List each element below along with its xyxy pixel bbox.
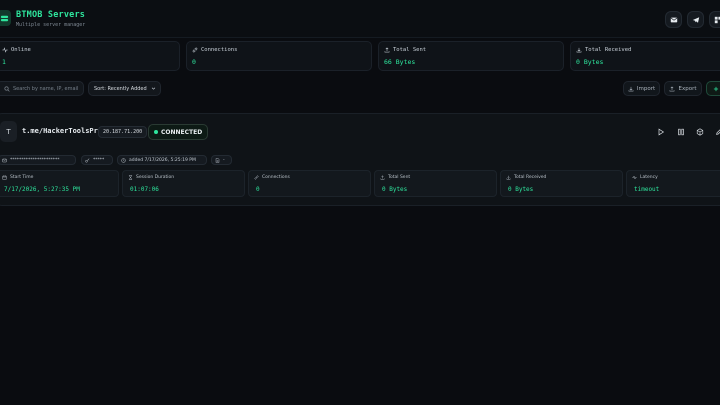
metric-value: 01:07:06: [130, 186, 159, 193]
metric-total-received: Total Received 0 Bytes: [500, 170, 623, 197]
activity-icon: [632, 175, 637, 180]
stat-online: Online 1: [0, 41, 180, 71]
metric-label: Total Sent: [388, 175, 411, 180]
stat-label: Connections: [201, 47, 238, 53]
hourglass-icon: [128, 175, 133, 180]
metric-connections: Connections 0: [248, 170, 371, 197]
telegram-button[interactable]: [687, 11, 704, 28]
server-avatar: T: [0, 121, 17, 142]
download-icon: [506, 175, 511, 180]
link-icon: [192, 47, 198, 53]
stat-value: 0: [192, 58, 196, 66]
pencil-icon: [716, 129, 720, 135]
added-chip: added 7/17/2026, 5:25:19 PM: [117, 155, 207, 165]
metric-latency: Latency timeout: [626, 170, 720, 197]
server-name: t.me/HackerToolsPro: [22, 127, 103, 135]
metric-value: 7/17/2026, 5:27:35 PM: [4, 186, 80, 193]
add-server-button[interactable]: [706, 81, 720, 96]
mail-icon: [670, 17, 677, 22]
export-label: Export: [678, 85, 697, 92]
import-button[interactable]: Import: [623, 81, 660, 96]
grid-button[interactable]: [709, 11, 720, 28]
app-header: BTMOB Servers Multiple server manager: [0, 0, 720, 38]
chevron-down-icon: [151, 87, 155, 90]
download-icon: [576, 47, 582, 53]
stat-value: 0 Bytes: [576, 58, 604, 66]
app-subtitle: Multiple server manager: [16, 22, 86, 28]
grid-icon: [714, 16, 720, 23]
key-icon: [85, 157, 90, 162]
clock-icon: [121, 157, 126, 163]
search-box[interactable]: [0, 81, 84, 96]
upload-icon: [380, 175, 385, 180]
search-icon: [4, 86, 10, 92]
plus-icon: [713, 86, 719, 91]
metric-session-duration: Session Duration 01:07:06: [122, 170, 245, 197]
download-icon: [628, 86, 634, 91]
notes-chip[interactable]: -: [211, 155, 232, 165]
edit-button[interactable]: [713, 126, 720, 138]
upload-icon: [670, 86, 675, 91]
key-chip: *****: [81, 155, 113, 165]
mail-button[interactable]: [665, 11, 682, 28]
status-label: CONNECTED: [161, 128, 203, 136]
stat-value: 66 Bytes: [384, 58, 416, 66]
metric-start-time: Start Time 7/17/2026, 5:27:35 PM: [0, 170, 119, 197]
metric-label: Session Duration: [136, 175, 175, 180]
metric-total-sent: Total Sent 0 Bytes: [374, 170, 497, 197]
search-input[interactable]: [13, 85, 84, 92]
sort-select[interactable]: Sort: Recently Added: [88, 81, 161, 96]
metric-value: 0 Bytes: [382, 186, 408, 193]
stat-label: Total Received: [585, 47, 632, 53]
sort-label: Sort: Recently Added: [94, 85, 147, 92]
pause-icon: [678, 128, 684, 136]
activity-icon: [2, 47, 8, 53]
metric-label: Connections: [262, 175, 290, 180]
pause-button[interactable]: [675, 126, 687, 138]
import-label: Import: [636, 85, 656, 92]
telegram-icon: [692, 16, 699, 23]
app-logo-icon: [0, 10, 11, 26]
package-button[interactable]: [694, 126, 706, 138]
metric-label: Start Time: [10, 175, 34, 180]
added-value: added 7/17/2026, 5:25:19 PM: [129, 157, 196, 163]
calendar-icon: [2, 175, 7, 180]
package-icon: [696, 128, 704, 136]
server-ip: 20.187.71.200: [98, 126, 148, 138]
document-icon: [215, 157, 220, 163]
stat-connections: Connections 0: [186, 41, 372, 71]
stat-total-sent: Total Sent 66 Bytes: [378, 41, 564, 71]
play-icon: [658, 128, 665, 136]
mail-icon: [2, 158, 7, 162]
start-button[interactable]: [655, 126, 667, 138]
app-title: BTMOB Servers: [16, 10, 86, 20]
export-button[interactable]: Export: [664, 81, 702, 96]
stat-value: 1: [2, 58, 6, 66]
metric-value: 0: [256, 186, 260, 193]
status-badge: CONNECTED: [148, 124, 209, 140]
metric-label: Latency: [640, 175, 658, 180]
stat-label: Total Sent: [393, 47, 427, 53]
key-value: *****: [93, 157, 105, 163]
email-value: **********************: [10, 157, 60, 163]
metric-label: Total Received: [514, 175, 547, 180]
email-chip: **********************: [0, 155, 76, 165]
stat-total-received: Total Received 0 Bytes: [570, 41, 720, 71]
status-dot-icon: [154, 130, 158, 134]
metric-value: timeout: [634, 186, 660, 193]
upload-icon: [384, 47, 390, 53]
stat-label: Online: [11, 47, 31, 53]
notes-value: -: [223, 157, 225, 163]
link-icon: [254, 175, 259, 180]
metric-value: 0 Bytes: [508, 186, 534, 193]
